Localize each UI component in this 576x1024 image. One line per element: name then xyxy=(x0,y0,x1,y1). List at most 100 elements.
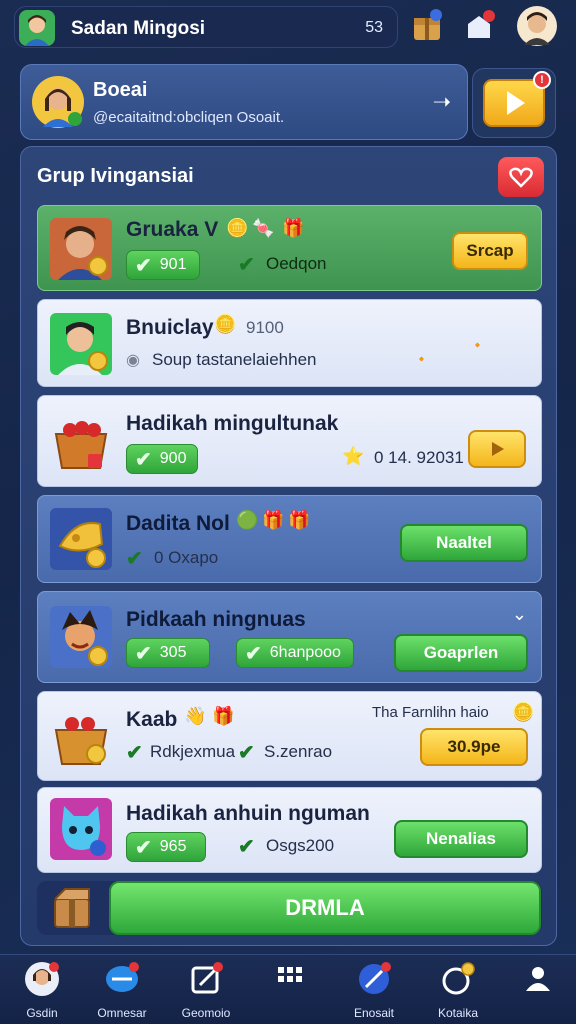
favorite-button[interactable] xyxy=(498,157,544,197)
play-badge: ! xyxy=(533,71,551,89)
check-icon: ✔ xyxy=(238,836,255,858)
list-item[interactable]: Hadikah anhuin nguman ✔ 965 ✔ Osgs200 Ne… xyxy=(37,787,542,873)
list-item[interactable]: Gruaka V 🪙 🍬 🎁 ✔ 901 ✔ Oedqon Srcap xyxy=(37,205,542,291)
hand-icon: 👋 xyxy=(184,706,207,726)
row-action-button[interactable]: Goaprlen xyxy=(394,634,528,672)
coin-swap-icon xyxy=(442,962,475,995)
row-sub: 0 14. 92031 xyxy=(374,448,464,467)
nav-label: Gsdin xyxy=(26,1006,58,1020)
list-item[interactable]: Hadikah mingultunak ✔ 900 ⭐ 0 14. 92031 xyxy=(37,395,542,487)
green-gem-icon: 🟢 xyxy=(236,510,259,530)
coin-icon: 🪙 xyxy=(512,702,535,722)
row-sub: Soup tastanelaiehhen xyxy=(152,350,317,369)
row-sub: Oedqon xyxy=(266,254,327,273)
nav-item-gsdin[interactable]: Gsdin xyxy=(2,961,82,1021)
play-icon xyxy=(507,91,525,115)
row-title: Dadita Nol xyxy=(126,512,230,535)
coin-count: 53 xyxy=(365,19,383,36)
check-icon: ✔ xyxy=(238,254,255,276)
row-title: Kaab xyxy=(126,708,178,731)
row-action-button[interactable]: Nenalias xyxy=(394,820,528,858)
pill-value: 900 xyxy=(159,450,187,467)
username: Sadan Mingosi xyxy=(71,18,206,39)
cheese-icon xyxy=(50,508,112,570)
person-icon xyxy=(526,967,550,991)
row-action-button[interactable]: 30.9pe xyxy=(420,728,528,766)
profile-status: @ecaitaitnd:obcliqen Osoait. xyxy=(93,109,285,126)
row-title: Hadikah anhuin nguman xyxy=(126,802,370,825)
row-title: Bnuiclay xyxy=(126,316,214,339)
gift-icon: 🎁 xyxy=(262,510,285,530)
row-extra: 9100 xyxy=(246,318,284,337)
character-icon xyxy=(50,218,112,280)
sparkle-icon: 🔸 xyxy=(470,338,485,352)
reward-pill: ✔ 965 xyxy=(126,832,206,862)
list-item[interactable]: Pidkaah ningnuas ⌄ ✔ 305 ✔ 6hanpooo Goap… xyxy=(37,591,542,683)
sparkle-icon: 🔸 xyxy=(414,352,429,366)
group-panel: Grup Ivingansiai Gruaka V 🪙 🍬 🎁 ✔ 901 ✔ … xyxy=(20,146,557,946)
profile-name: Boeai xyxy=(93,79,148,101)
chevron-down-icon[interactable]: ⌄ xyxy=(512,604,527,625)
pill-value: 305 xyxy=(159,644,187,661)
chat-icon xyxy=(106,962,139,992)
row-sub-2: S.zenrao xyxy=(264,742,333,761)
reward-pill: ✔ 900 xyxy=(126,444,198,474)
avatar-icon xyxy=(25,962,59,996)
pill-value: 6hanpooo xyxy=(269,644,341,661)
nav-label: Geomoio xyxy=(181,1006,231,1020)
panel-title: Grup Ivingansiai xyxy=(37,165,194,187)
row-sub: Rdkjexmua xyxy=(150,742,236,761)
list-item[interactable]: Dadita Nol 🟢 🎁 🎁 ✔ 0 Oxapo Naaltel xyxy=(37,495,542,583)
heart-icon xyxy=(509,167,533,188)
row-action-button[interactable]: Srcap xyxy=(452,232,528,270)
row-sub: Osgs200 xyxy=(266,836,335,855)
list-item[interactable]: Bnuiclay 🪙 9100 ◉ Soup tastanelaiehhen 🔸… xyxy=(37,299,542,387)
row-sub: 0 Oxapo xyxy=(154,548,219,567)
reward-pill: ✔ 901 xyxy=(126,250,200,280)
play-button[interactable] xyxy=(468,430,526,468)
share-arrow-icon[interactable]: ➝ xyxy=(433,89,451,115)
profile-card-avatar xyxy=(32,76,84,128)
nav-label: Enosait xyxy=(353,1006,395,1020)
pill-value: 965 xyxy=(159,838,187,855)
profile-card[interactable]: Boeai @ecaitaitnd:obcliqen Osoait. ➝ xyxy=(20,64,468,140)
character-icon xyxy=(50,313,112,375)
check-icon: ✔ xyxy=(245,642,262,665)
row-action-button[interactable]: Naaltel xyxy=(400,524,528,562)
nav-label: Kotaika xyxy=(437,1006,479,1020)
nav-item-enosait[interactable]: Enosait xyxy=(334,961,414,1021)
list-item[interactable]: Kaab 👋 🎁 Tha Farnlihn haio 🪙 ✔ Rdkjexmua… xyxy=(37,691,542,781)
nav-item-geomoio[interactable]: Geomoio xyxy=(166,961,246,1021)
nav-item-grid[interactable] xyxy=(250,961,330,1021)
play-box: ! xyxy=(472,68,556,138)
main-action-button[interactable]: DRMLA xyxy=(109,881,541,935)
nav-item-omnesar[interactable]: Omnesar xyxy=(82,961,162,1021)
notification-icon[interactable] xyxy=(462,8,496,42)
row-title: Pidkaah ningnuas xyxy=(126,608,306,631)
bottom-action-bar: DRMLA xyxy=(37,881,542,935)
nav-item-kotaika[interactable]: Kotaika xyxy=(418,961,498,1021)
check-icon: ✔ xyxy=(135,448,152,471)
user-avatar[interactable] xyxy=(19,10,55,46)
check-icon: ✔ xyxy=(135,254,152,277)
row-title: Hadikah mingultunak xyxy=(126,412,339,435)
nav-item-profile[interactable] xyxy=(498,961,576,1021)
grid-icon xyxy=(278,967,302,982)
basket-icon xyxy=(54,717,108,765)
reward-pill: ✔ 6hanpooo xyxy=(236,638,354,668)
gift-icon: 🎁 xyxy=(288,510,311,530)
crate-icon xyxy=(54,888,90,928)
info-icon: ◉ xyxy=(126,352,140,369)
candy-icon: 🍬 xyxy=(252,218,275,238)
check-icon: ✔ xyxy=(135,642,152,665)
user-pill[interactable]: Sadan Mingosi 53 xyxy=(14,6,398,48)
bottom-nav: Gsdin Omnesar Geomoio Enosait Kotaika xyxy=(0,954,576,1024)
edit-icon xyxy=(191,962,223,994)
coin-icon: 🪙 xyxy=(214,314,237,334)
nav-label: Omnesar xyxy=(97,1006,147,1020)
check-icon: ✔ xyxy=(135,836,152,859)
gift-box-icon[interactable] xyxy=(410,8,444,42)
row-title: Gruaka V xyxy=(126,218,219,241)
row-note: Tha Farnlihn haio xyxy=(372,704,489,721)
profile-avatar[interactable] xyxy=(516,5,558,47)
